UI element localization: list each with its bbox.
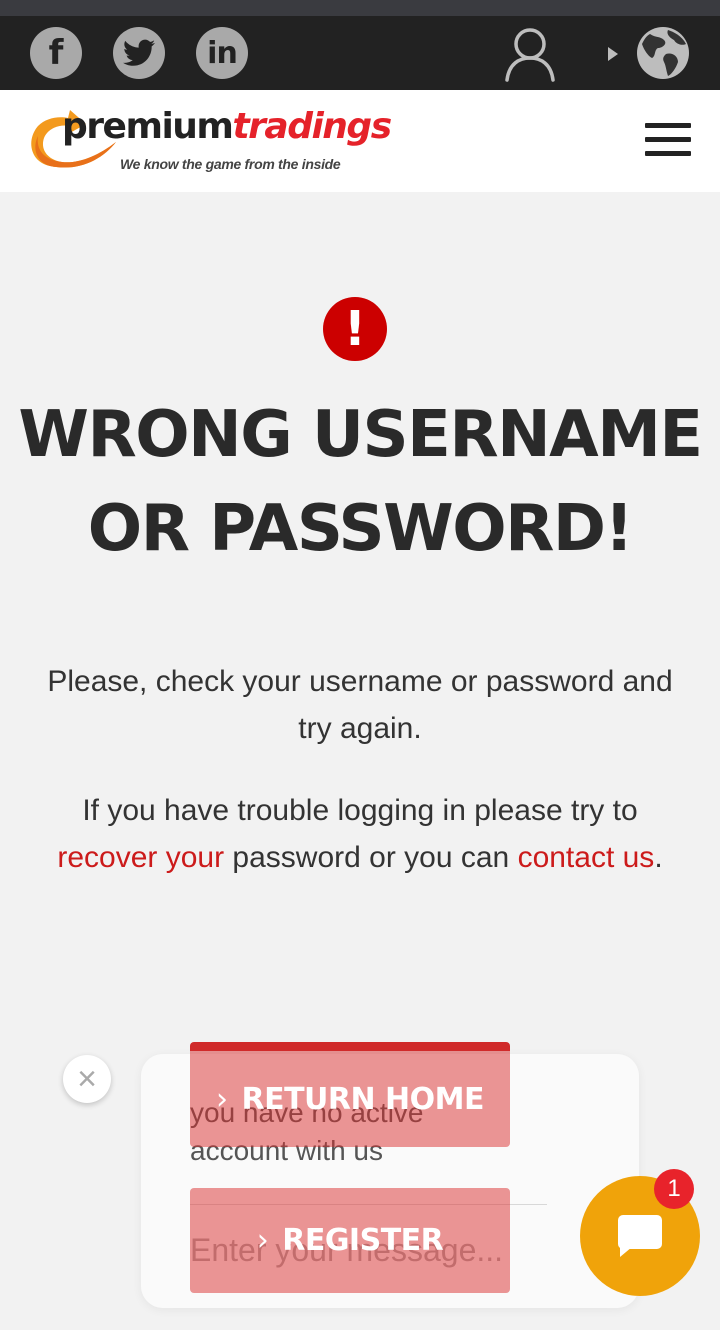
chevron-right-icon: › [256, 1223, 269, 1258]
language-dropdown-arrow-icon[interactable] [608, 47, 618, 61]
globe-icon[interactable] [636, 26, 690, 80]
chevron-right-icon: › [215, 1081, 228, 1117]
register-button[interactable]: › REGISTER [190, 1188, 510, 1293]
close-chat-icon[interactable]: × [63, 1055, 111, 1103]
error-alert-icon: ! [323, 297, 387, 361]
chat-bubble-icon [618, 1215, 662, 1257]
logo-wordmark: premiumtradings [62, 106, 392, 147]
help-text: If you have trouble logging in please tr… [57, 794, 663, 874]
logo-tagline: We know the game from the inside [120, 156, 341, 172]
return-home-button[interactable]: › RETURN HOME [190, 1042, 510, 1147]
twitter-icon[interactable] [113, 27, 165, 79]
contact-us-link[interactable]: contact us [518, 841, 655, 874]
recover-password-link[interactable]: recover your [57, 841, 224, 874]
error-description: Please, check your username or password … [47, 665, 673, 745]
status-bar [0, 0, 720, 16]
page-title: WRONG USERNAME OR PASSWORD! [18, 398, 703, 566]
user-account-icon[interactable] [503, 26, 557, 82]
linkedin-icon[interactable]: in [196, 27, 248, 79]
facebook-icon[interactable]: f [30, 27, 82, 79]
site-header: premiumtradings We know the game from th… [0, 90, 720, 192]
premiumtradings-logo[interactable]: premiumtradings We know the game from th… [28, 104, 392, 174]
hamburger-menu-icon[interactable] [645, 123, 691, 159]
top-bar: f in [0, 16, 720, 90]
unread-count-badge: 1 [654, 1169, 694, 1209]
